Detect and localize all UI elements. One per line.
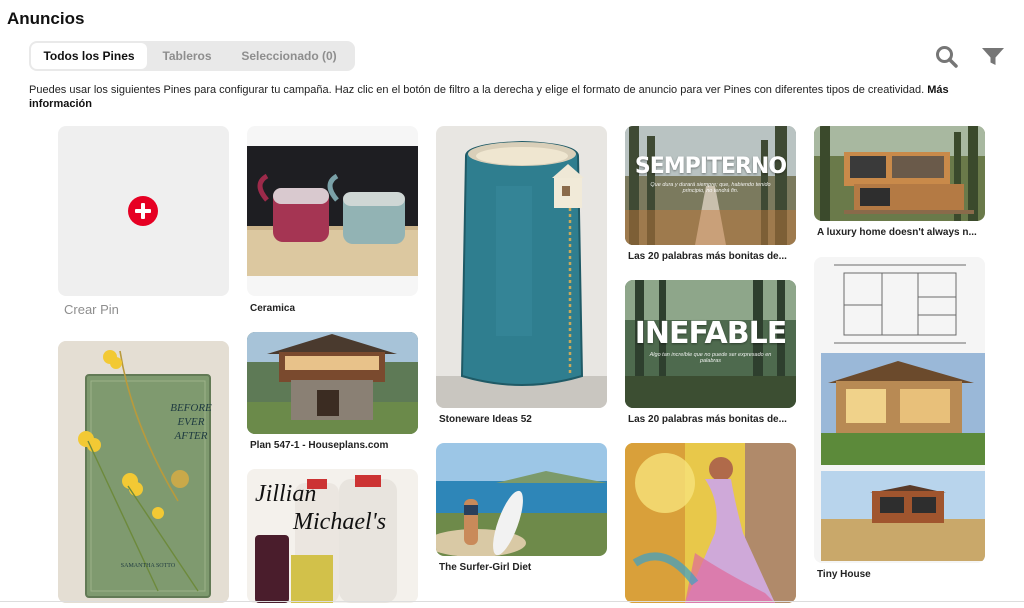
filter-icon [982, 48, 1004, 65]
pin-painting[interactable] [625, 443, 796, 603]
jillian-image: Jillian Michael's [247, 469, 418, 603]
book-author: SAMANTHA SOTTO [121, 563, 176, 569]
surfer-image [436, 443, 607, 556]
book-image: BEFORE EVER AFTER SAMANTHA SOTTO [58, 341, 229, 603]
tab-all-pins[interactable]: Todos los Pines [31, 43, 147, 69]
pin-tiny-house[interactable] [814, 257, 985, 563]
painting-image [625, 443, 796, 603]
page-title: Anuncios [7, 9, 85, 28]
tab-selected[interactable]: Seleccionado (0) [227, 43, 351, 69]
sempiterno-word: SEMPITERNO [634, 154, 787, 179]
create-pin-label[interactable]: Crear Pin [64, 302, 119, 317]
ceramica-image [247, 126, 418, 296]
inefable-sub: Algo tan increíble que no puede ser expr… [649, 352, 772, 364]
tiny-house-image [814, 257, 985, 563]
pin-caption-surfer: The Surfer-Girl Diet [439, 562, 532, 573]
book-title-3: AFTER [174, 430, 208, 442]
jillian-title-2: Michael's [292, 509, 386, 535]
filter-button[interactable] [981, 45, 1005, 69]
pin-filter-tabs: Todos los Pines Tableros Seleccionado (0… [29, 41, 355, 71]
pin-stoneware[interactable] [436, 126, 607, 408]
pin-surfer[interactable] [436, 443, 607, 556]
search-button[interactable] [934, 44, 960, 70]
stoneware-image [436, 126, 607, 408]
sempiterno-sub: Que dura y durará siempre; que, habiendo… [650, 182, 771, 194]
pin-caption-tiny-house: Tiny House [817, 569, 871, 580]
pin-inefable[interactable]: INEFABLE Algo tan increíble que no puede… [625, 280, 796, 408]
search-icon [936, 46, 958, 68]
pin-caption-stoneware: Stoneware Ideas 52 [439, 414, 532, 425]
pin-book[interactable]: BEFORE EVER AFTER SAMANTHA SOTTO [58, 341, 229, 603]
bottom-divider [0, 601, 1024, 602]
pin-luxury[interactable] [814, 126, 985, 221]
pin-ceramica[interactable] [247, 126, 418, 296]
pin-plan[interactable] [247, 332, 418, 434]
info-text: Puedes usar los siguientes Pines para co… [29, 83, 1004, 111]
pin-caption-inefable: Las 20 palabras más bonitas de... [628, 414, 787, 425]
pin-caption-luxury: A luxury home doesn't always n... [817, 227, 977, 238]
pin-jillian[interactable]: Jillian Michael's [247, 469, 418, 603]
jillian-title-1: Jillian [255, 481, 316, 507]
tab-boards[interactable]: Tableros [147, 43, 227, 69]
pin-caption-ceramica: Ceramica [250, 303, 296, 314]
pin-caption-sempiterno: Las 20 palabras más bonitas de... [628, 251, 787, 262]
info-body: Puedes usar los siguientes Pines para co… [29, 84, 925, 96]
pin-caption-plan: Plan 547-1 - Houseplans.com [250, 440, 389, 451]
book-title-1: BEFORE [170, 402, 212, 414]
plan-image [247, 332, 418, 434]
pin-sempiterno[interactable]: SEMPITERNO Que dura y durará siempre; qu… [625, 126, 796, 245]
inefable-word: INEFABLE [634, 316, 788, 351]
plus-icon[interactable] [128, 196, 158, 226]
luxury-image [814, 126, 985, 221]
book-title-2: EVER [177, 416, 205, 428]
